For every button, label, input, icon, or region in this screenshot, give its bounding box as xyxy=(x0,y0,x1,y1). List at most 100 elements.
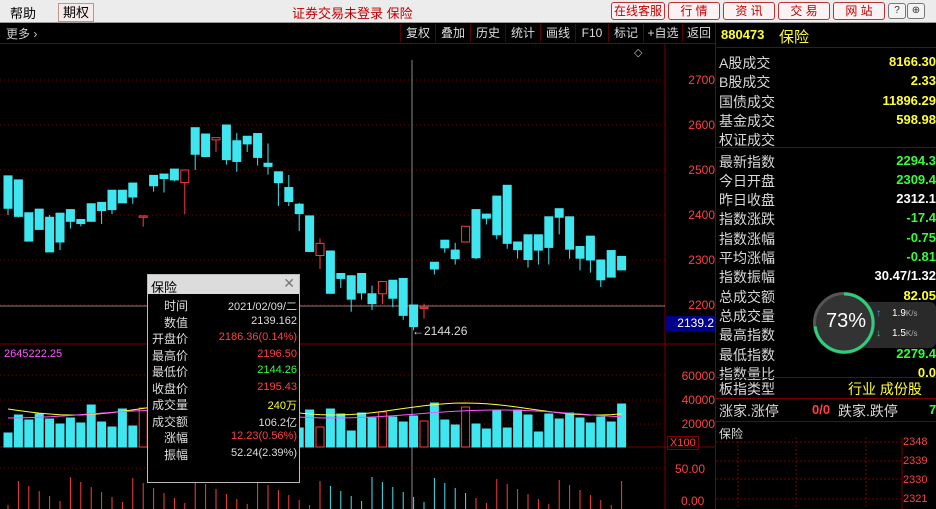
decliners-value: 7 xyxy=(929,402,936,417)
candle-body xyxy=(450,249,460,260)
stat-value: 2309.4 xyxy=(896,171,936,187)
gauge-percent: 73% xyxy=(826,310,867,332)
more-button[interactable]: 更多 › xyxy=(6,25,37,42)
stat-value: -0.81 xyxy=(906,249,936,264)
advancers-label: 涨家.涨停 xyxy=(719,403,779,419)
menu-bar: 帮助 期权 证券交易未登录 保险 在线客服 行 情 资 讯 交 易 网 站 ? … xyxy=(0,0,936,23)
stat-row: 今日开盘 2309.4 xyxy=(719,171,936,190)
volume-bar xyxy=(138,407,148,448)
candle-body xyxy=(502,184,512,244)
zoom-icon[interactable]: ⊕ xyxy=(907,3,925,19)
candle-body xyxy=(24,212,34,242)
volume-bar xyxy=(409,415,419,448)
panel-separator xyxy=(716,398,936,399)
candle-body xyxy=(253,133,263,158)
help-icon[interactable]: ? xyxy=(888,3,906,19)
stat-row: 指数涨跌 -17.4 xyxy=(719,209,936,228)
stat-value: 2.33 xyxy=(910,73,936,89)
tab-statistics[interactable]: 统计 xyxy=(505,24,540,42)
volume-bar xyxy=(429,402,439,448)
candle-body xyxy=(357,273,367,294)
data-tooltip: 保险 ✕ 时间 2021/02/09/二 数值 2139.162 开盘价 2186.36(… xyxy=(147,274,300,483)
volume-bar xyxy=(575,417,585,448)
upload-speed-unit: K/s xyxy=(905,309,918,318)
back-button[interactable]: 返回 xyxy=(682,24,715,42)
stat-row: A股成交 8166.30 xyxy=(719,53,936,72)
candle-body xyxy=(585,235,595,261)
indicator-tick: 50.00 xyxy=(675,462,706,476)
tab-overlay[interactable]: 叠加 xyxy=(435,24,470,42)
volume-bar xyxy=(357,412,367,448)
stat-row: 最新指数 2294.3 xyxy=(719,152,936,171)
candle-body xyxy=(3,175,13,209)
candle-body xyxy=(346,275,356,300)
trade-button[interactable]: 交 易 xyxy=(778,2,830,20)
add-favorite-button[interactable]: +自选 xyxy=(643,24,682,42)
tab-mark[interactable]: 标记 xyxy=(608,24,643,42)
candle-body xyxy=(128,182,138,198)
volume-bar xyxy=(544,413,554,448)
volume-bar xyxy=(65,417,75,448)
news-button[interactable]: 资 讯 xyxy=(723,2,775,20)
candle-body xyxy=(617,255,627,271)
stat-label: 基金成交 xyxy=(719,112,775,129)
volume-bar xyxy=(367,417,377,448)
stat-label: 国债成交 xyxy=(719,93,775,110)
volume-bar xyxy=(502,427,512,448)
price-tick: 2200 xyxy=(688,298,715,312)
volume-bar xyxy=(128,425,138,448)
website-button[interactable]: 网 站 xyxy=(833,2,885,20)
candle-body xyxy=(294,203,304,215)
download-speed-unit: K/s xyxy=(905,329,918,338)
close-icon[interactable]: ✕ xyxy=(283,275,295,292)
candle-body xyxy=(180,169,190,184)
candle-body xyxy=(65,209,75,222)
stat-value: 598.98 xyxy=(896,111,936,127)
volume-bar xyxy=(606,421,616,448)
candle-body xyxy=(169,168,179,181)
candle-body xyxy=(565,216,575,250)
volume-bar xyxy=(34,413,44,448)
tab-history[interactable]: 历史 xyxy=(470,24,505,42)
stat-label: 最高指数 xyxy=(719,327,775,344)
tab-restore-rights[interactable]: 复权 xyxy=(400,24,435,42)
volume-bar xyxy=(492,410,502,448)
tooltip-value: 12.23(0.56%) xyxy=(230,430,297,442)
stat-value: -0.75 xyxy=(906,229,936,245)
candle-body xyxy=(242,135,252,145)
tab-draw-line[interactable]: 画线 xyxy=(540,24,575,42)
online-service-button[interactable]: 在线客服 xyxy=(611,2,665,20)
candle-body xyxy=(76,219,86,225)
tab-f10[interactable]: F10 xyxy=(575,24,608,42)
candle-body xyxy=(606,250,616,278)
upload-arrow-icon: ↑ xyxy=(876,308,881,319)
volume-bar xyxy=(336,413,346,448)
tooltip-value: 240万 xyxy=(267,400,297,412)
volume-bar xyxy=(565,412,575,448)
candle-body xyxy=(211,137,221,141)
candle-body xyxy=(533,234,543,251)
menu-options[interactable]: 期权 xyxy=(58,3,95,22)
candle-body xyxy=(305,215,315,252)
stat-value: 2294.3 xyxy=(896,152,936,168)
volume-bar xyxy=(24,419,34,448)
quotes-button[interactable]: 行 情 xyxy=(668,2,720,20)
network-speed-widget[interactable]: 73% ↑ 1.9K/s ↓ 1.5K/s xyxy=(808,290,936,360)
candle-body xyxy=(97,201,107,211)
candlestick-chart[interactable]: ◇ xyxy=(0,44,715,509)
tooltip-value: 2139.162 xyxy=(251,314,297,327)
candle-body xyxy=(336,273,346,279)
candle-body xyxy=(159,173,169,180)
volume-bar xyxy=(45,418,55,448)
price-axis: 2700 2600 2500 2400 2300 2200 xyxy=(666,44,715,344)
menu-help[interactable]: 帮助 xyxy=(10,3,36,22)
download-arrow-icon: ↓ xyxy=(876,328,881,339)
stat-label: 总成交额 xyxy=(719,288,775,305)
stat-label: 最新指数 xyxy=(719,153,775,170)
candle-body xyxy=(263,162,273,167)
stat-row: B股成交 2.33 xyxy=(719,72,936,91)
volume-bar xyxy=(377,411,387,448)
candle-body xyxy=(325,250,335,294)
stat-label: A股成交 xyxy=(719,55,771,71)
candle-body xyxy=(398,277,408,316)
